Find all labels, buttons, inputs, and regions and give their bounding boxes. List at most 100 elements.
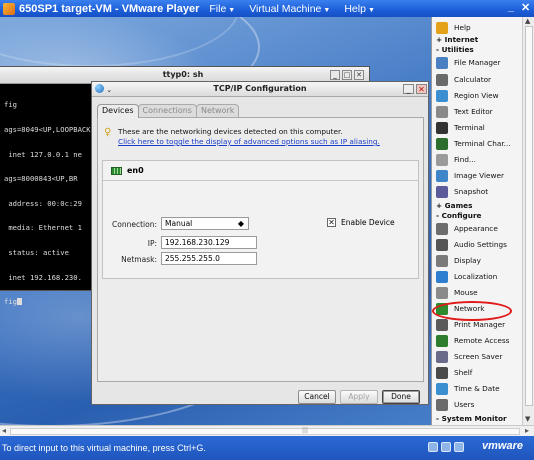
- launcher-item-label: Remote Access: [454, 336, 510, 345]
- terminal-char-icon: [436, 137, 448, 150]
- launcher-item-help[interactable]: Help: [432, 20, 522, 35]
- print-manager-icon: [436, 318, 448, 331]
- menu-help-label: Help: [344, 2, 366, 15]
- launcher-item-shelf[interactable]: Shelf: [432, 365, 522, 380]
- enable-device-checkbox[interactable]: ✕ Enable Device: [327, 218, 395, 227]
- launcher-item-localization[interactable]: Localization: [432, 269, 522, 284]
- connection-select[interactable]: Manual ◆: [161, 217, 249, 230]
- launcher-group-header[interactable]: - System Monitor: [432, 414, 522, 424]
- launcher-item-label: Localization: [454, 272, 498, 281]
- launcher-item-terminal-char[interactable]: Terminal Char...: [432, 136, 522, 151]
- launcher-group-header[interactable]: - Configure: [432, 211, 522, 221]
- dialog-tabs: Devices Connections Network: [97, 104, 240, 118]
- launcher-item-users[interactable]: Users: [432, 397, 522, 412]
- terminal-icon: [436, 121, 448, 134]
- launcher-group-header[interactable]: + Internet: [432, 35, 522, 45]
- launcher-item-text-editor[interactable]: Text Editor: [432, 104, 522, 119]
- status-message: To direct input to this virtual machine,…: [2, 443, 206, 453]
- menu-virtual-machine[interactable]: Virtual Machine ▼: [249, 3, 330, 15]
- launcher-item-label: File Manager: [454, 58, 501, 67]
- dialog-titlebar[interactable]: ⌄ TCP/IP Configuration _ ✕: [92, 82, 428, 97]
- snapshot-icon: [436, 185, 448, 198]
- ip-label: IP:: [147, 239, 157, 248]
- minimize-icon[interactable]: _: [330, 70, 340, 80]
- info-message: ♀ These are the networking devices detec…: [104, 127, 380, 147]
- launcher-item-screen-saver[interactable]: Screen Saver: [432, 349, 522, 364]
- minimize-icon[interactable]: _: [403, 84, 414, 94]
- network-highlight-ellipse: [432, 301, 512, 321]
- horizontal-scrollbar[interactable]: ◂ ||| ▸: [0, 425, 534, 436]
- scroll-left-icon[interactable]: ◂: [2, 426, 6, 435]
- connection-label: Connection:: [112, 220, 157, 229]
- launcher-item-time-date[interactable]: Time & Date: [432, 381, 522, 396]
- vmware-logo: vmware: [482, 440, 523, 452]
- launcher-item-file-manager[interactable]: File Manager: [432, 55, 522, 70]
- launcher-item-label: Text Editor: [454, 107, 493, 116]
- region-view-icon: [436, 89, 448, 102]
- launcher-scrollbar[interactable]: ▲ ▼: [522, 17, 534, 425]
- launcher-item-label: Display: [454, 256, 481, 265]
- menu-help[interactable]: Help ▼: [344, 3, 375, 15]
- info-text: These are the networking devices detecte…: [118, 127, 343, 136]
- launcher-item-region-view[interactable]: Region View: [432, 88, 522, 103]
- ip-input[interactable]: 192.168.230.129: [161, 236, 257, 249]
- terminal-title: ttyp0: sh: [162, 70, 204, 79]
- tab-network[interactable]: Network: [195, 104, 240, 117]
- launcher-item-label: Find...: [454, 155, 476, 164]
- launcher-item-audio-settings[interactable]: Audio Settings: [432, 237, 522, 252]
- launcher-item-calculator[interactable]: Calculator: [432, 72, 522, 87]
- audio-settings-icon: [436, 238, 448, 251]
- launcher-group-header[interactable]: - Utilities: [432, 45, 522, 55]
- tab-connections[interactable]: Connections: [137, 104, 197, 117]
- apply-button[interactable]: Apply: [340, 390, 378, 404]
- launcher-panel: Help + Internet - Utilities File Manager Cal…: [431, 17, 522, 425]
- netmask-input[interactable]: 255.255.255.0: [161, 252, 257, 265]
- scrollbar-track[interactable]: [10, 428, 520, 435]
- close-button[interactable]: ✕: [521, 1, 530, 14]
- file-manager-icon: [436, 56, 448, 69]
- done-button[interactable]: Done: [382, 390, 420, 404]
- menu-file[interactable]: File ▼: [209, 3, 235, 15]
- launcher-item-label: Shelf: [454, 368, 473, 377]
- launcher-item-label: Screen Saver: [454, 352, 503, 361]
- launcher-group-header[interactable]: + Games: [432, 201, 522, 211]
- launcher-item-appearance[interactable]: Appearance: [432, 221, 522, 236]
- connection-value: Manual: [165, 219, 193, 228]
- scrollbar-thumb[interactable]: [525, 26, 533, 406]
- device-name: en0: [127, 166, 144, 175]
- checkbox-checked-icon: ✕: [327, 218, 336, 227]
- scroll-down-icon[interactable]: ▼: [525, 415, 530, 423]
- launcher-item-mouse[interactable]: Mouse: [432, 285, 522, 300]
- sound-status-icon[interactable]: [454, 442, 464, 452]
- netmask-label: Netmask:: [121, 255, 157, 264]
- close-icon[interactable]: ✕: [354, 70, 364, 80]
- launcher-item-find[interactable]: Find...: [432, 152, 522, 167]
- advanced-options-link[interactable]: Click here to toggle the display of adva…: [118, 137, 380, 147]
- scroll-right-icon[interactable]: ▸: [525, 426, 529, 435]
- maximize-icon[interactable]: □: [342, 70, 352, 80]
- close-icon[interactable]: ✕: [416, 84, 427, 94]
- terminal-line: fig: [4, 297, 17, 307]
- usb-status-icon[interactable]: [441, 442, 451, 452]
- enable-device-label: Enable Device: [341, 218, 395, 227]
- launcher-item-image-viewer[interactable]: Image Viewer: [432, 168, 522, 183]
- tab-devices[interactable]: Devices: [97, 104, 139, 118]
- dialog-button-row: Cancel Apply Done: [294, 390, 420, 404]
- tcpip-config-dialog[interactable]: ⌄ TCP/IP Configuration _ ✕ Devices Conne…: [91, 81, 429, 405]
- launcher-item-label: Calculator: [454, 75, 492, 84]
- window-menu-button[interactable]: ⌄: [95, 84, 113, 94]
- minimize-button[interactable]: _: [508, 1, 514, 13]
- scroll-up-icon[interactable]: ▲: [525, 17, 530, 25]
- launcher-item-display[interactable]: Display: [432, 253, 522, 268]
- launcher-item-snapshot[interactable]: Snapshot: [432, 184, 522, 199]
- launcher-item-label: Time & Date: [454, 384, 500, 393]
- launcher-item-label: Region View: [454, 91, 499, 100]
- cancel-button[interactable]: Cancel: [298, 390, 336, 404]
- chevron-down-icon: ⌄: [106, 86, 113, 94]
- launcher-item-terminal[interactable]: Terminal: [432, 120, 522, 135]
- launcher-item-label: Terminal: [454, 123, 485, 132]
- scrollbar-grip-icon: |||: [302, 427, 309, 434]
- network-status-icon[interactable]: [428, 442, 438, 452]
- launcher-item-remote-access[interactable]: Remote Access: [432, 333, 522, 348]
- appearance-icon: [436, 222, 448, 235]
